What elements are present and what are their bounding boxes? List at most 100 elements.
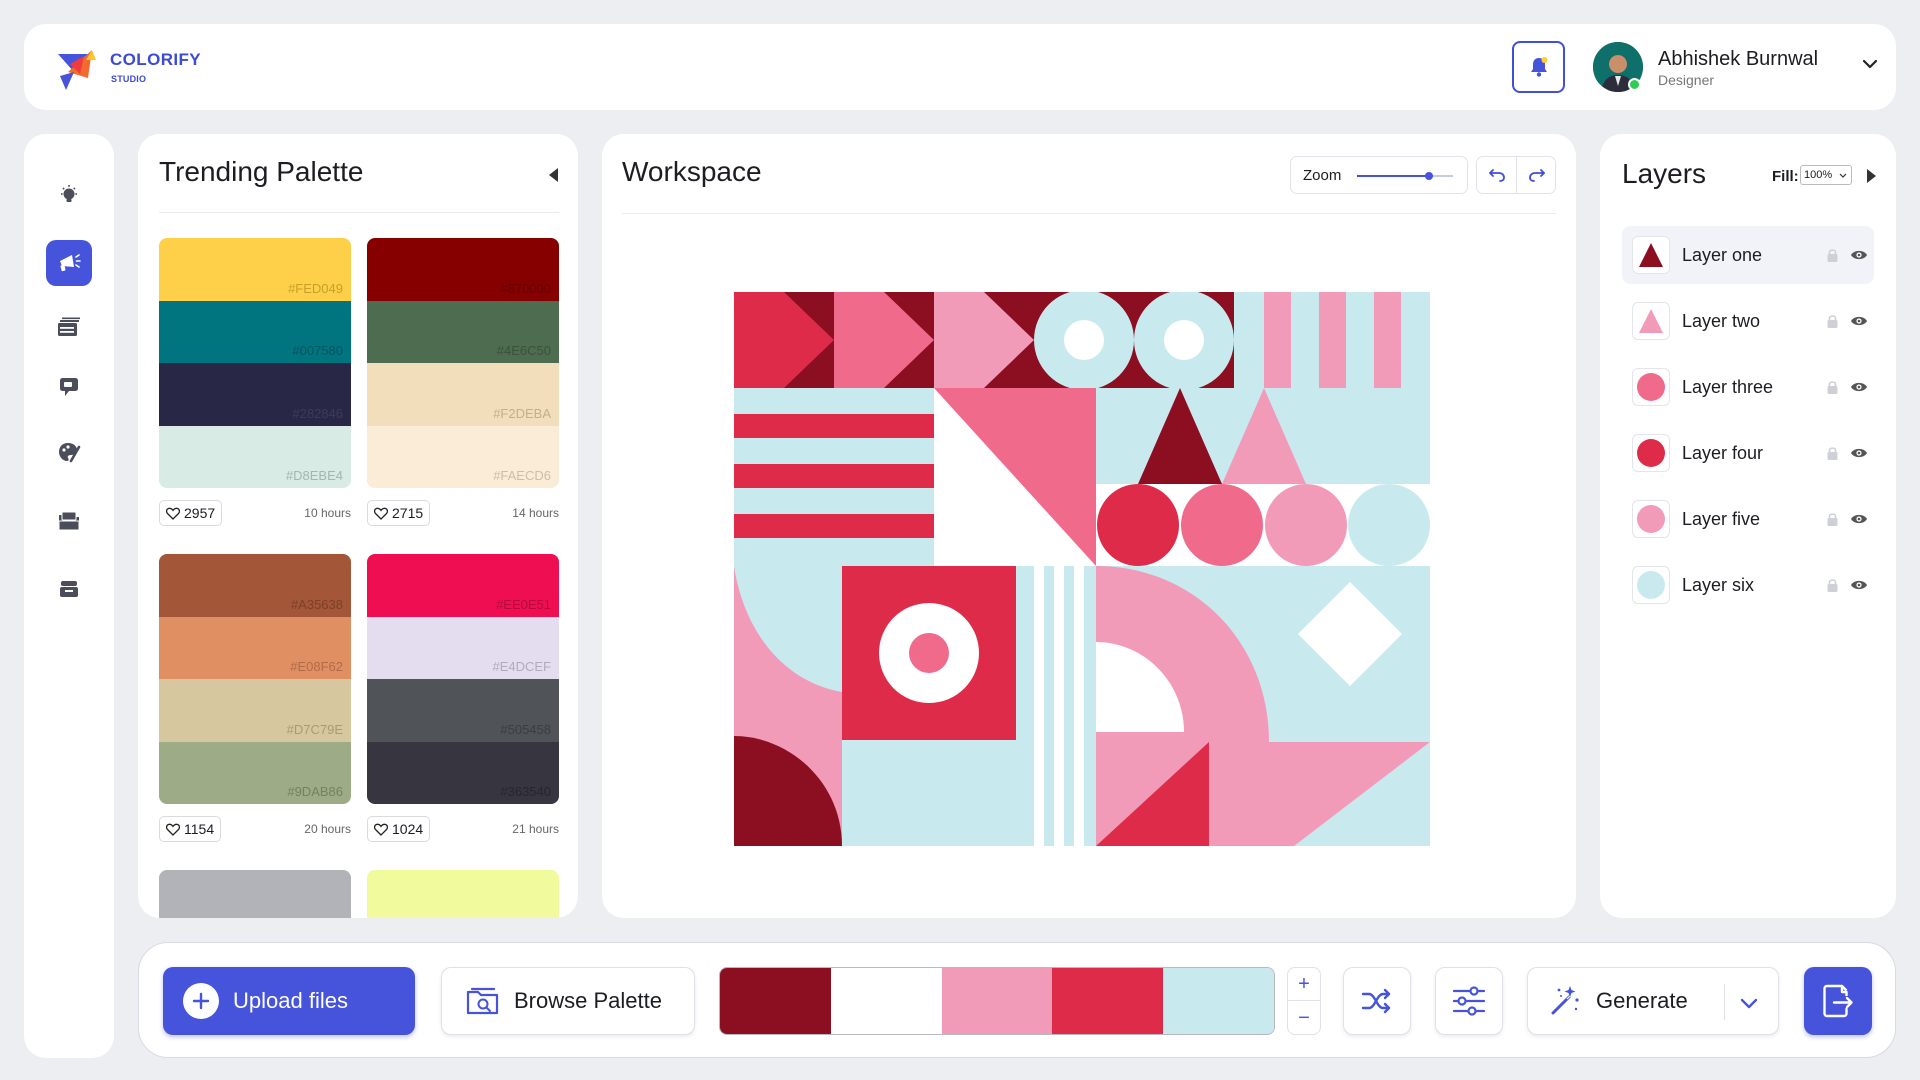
sliders-icon — [1452, 986, 1486, 1016]
palette-color-swatch[interactable] — [1163, 968, 1274, 1034]
lock-icon[interactable] — [1826, 248, 1839, 263]
layer-row[interactable]: Layer four — [1622, 424, 1874, 482]
zoom-control[interactable]: Zoom — [1290, 156, 1468, 194]
remove-color-button[interactable]: − — [1288, 1002, 1320, 1035]
notifications-button[interactable] — [1512, 41, 1565, 93]
chevron-down-icon[interactable] — [1738, 992, 1760, 1014]
layer-row[interactable]: Layer three — [1622, 358, 1874, 416]
swatch[interactable]: #E4DCEF — [367, 616, 559, 679]
time-ago: 14 hours — [512, 506, 559, 520]
swatch[interactable]: #9DAB86 — [159, 741, 351, 804]
lock-icon[interactable] — [1826, 380, 1839, 395]
layer-row[interactable]: Layer two — [1622, 292, 1874, 350]
expand-right-icon[interactable] — [1865, 167, 1877, 185]
layer-thumbnail — [1632, 368, 1670, 406]
swatch-hex: #007580 — [292, 343, 343, 358]
swatch-hex: #4E6C50 — [496, 343, 551, 358]
generate-button[interactable]: Generate — [1527, 967, 1779, 1035]
sidebar-item-archive[interactable] — [46, 566, 92, 612]
zoom-slider-fill — [1357, 175, 1429, 177]
likes-button[interactable]: 2957 — [159, 500, 223, 526]
swatch[interactable]: #F2DEBA — [367, 363, 559, 426]
fill-select[interactable]: 100% — [1800, 165, 1852, 185]
likes-button[interactable]: 1154 — [159, 816, 222, 842]
palette-card[interactable]: #FED049 #007580 #282846 #D8EBE4 2957 10 … — [159, 238, 351, 528]
likes-button[interactable]: 1024 — [367, 816, 431, 842]
palette-card[interactable] — [159, 870, 351, 918]
artwork-canvas[interactable] — [734, 292, 1430, 846]
zoom-slider-thumb[interactable] — [1425, 172, 1433, 180]
palette-color-swatch[interactable] — [720, 968, 831, 1034]
palette-card[interactable]: #EE0E51 #E4DCEF #505458 #363540 1024 21 … — [367, 554, 559, 844]
swatch[interactable]: #FAECD6 — [367, 425, 559, 488]
likes-count: 2957 — [184, 505, 216, 521]
sidebar-item-campaigns[interactable] — [46, 240, 92, 286]
chevron-down-icon[interactable] — [1860, 54, 1880, 74]
collapse-left-icon[interactable] — [546, 166, 560, 184]
eye-icon[interactable] — [1850, 249, 1868, 261]
layer-row[interactable]: Layer five — [1622, 490, 1874, 548]
eye-icon[interactable] — [1850, 513, 1868, 525]
sidebar-item-ideas[interactable] — [46, 172, 92, 218]
swatch[interactable]: #D8EBE4 — [159, 425, 351, 488]
user-name: Abhishek Burnwal — [1658, 48, 1819, 70]
layer-row[interactable]: Layer six — [1622, 556, 1874, 614]
undo-button[interactable] — [1477, 157, 1517, 193]
sidebar-item-palettes[interactable] — [46, 430, 92, 476]
swatch[interactable]: #EE0E51 — [367, 554, 559, 617]
palette-card[interactable]: #A35638 #E08F62 #D7C79E #9DAB86 1154 20 … — [159, 554, 351, 844]
adjustments-button[interactable] — [1435, 967, 1503, 1035]
lock-icon[interactable] — [1826, 314, 1839, 329]
sidebar-item-messages[interactable] — [46, 364, 92, 410]
stack-icon — [58, 317, 80, 336]
lock-icon[interactable] — [1826, 512, 1839, 527]
circle-shape-icon — [1637, 505, 1665, 533]
swatch[interactable]: #E08F62 — [159, 616, 351, 679]
swatch-hex: #EE0E51 — [496, 596, 551, 612]
layer-row[interactable]: Layer one — [1622, 226, 1874, 284]
layer-name: Layer three — [1682, 377, 1774, 397]
swatch[interactable]: #A35638 — [159, 554, 351, 617]
palette-color-swatch[interactable] — [941, 968, 1053, 1034]
swatch[interactable]: #4E6C50 — [367, 300, 559, 363]
sidebar-item-collections[interactable] — [46, 304, 92, 350]
eye-icon[interactable] — [1850, 447, 1868, 459]
layer-thumbnail — [1632, 302, 1670, 340]
swatch[interactable]: #282846 — [159, 363, 351, 426]
palette-color-swatch[interactable] — [1052, 968, 1164, 1034]
sidebar-item-files[interactable] — [46, 498, 92, 544]
undo-icon — [1488, 169, 1505, 182]
lock-icon[interactable] — [1826, 578, 1839, 593]
swatch[interactable]: #D7C79E — [159, 679, 351, 742]
palette-swatches: #FED049 #007580 #282846 #D8EBE4 — [159, 238, 351, 488]
active-palette-strip[interactable] — [719, 967, 1275, 1035]
palette-color-swatch[interactable] — [830, 968, 942, 1034]
lock-icon[interactable] — [1826, 446, 1839, 461]
shuffle-button[interactable] — [1343, 967, 1411, 1035]
colorify-logo[interactable] — [56, 46, 102, 92]
eye-icon[interactable] — [1850, 579, 1868, 591]
add-color-button[interactable]: + — [1288, 968, 1320, 1001]
swatch[interactable] — [159, 870, 351, 918]
eye-icon[interactable] — [1850, 381, 1868, 393]
swatch-hex: #E4DCEF — [492, 659, 551, 674]
palette-card[interactable] — [367, 870, 559, 918]
swatch-hex: #363540 — [500, 784, 551, 799]
eye-icon[interactable] — [1850, 315, 1868, 327]
browse-palette-label: Browse Palette — [514, 988, 662, 1013]
browse-palette-button[interactable]: Browse Palette — [441, 967, 695, 1035]
swatch[interactable]: #007580 — [159, 300, 351, 363]
redo-button[interactable] — [1517, 157, 1557, 193]
palette-card[interactable]: #870000 #4E6C50 #F2DEBA #FAECD6 2715 14 … — [367, 238, 559, 528]
upload-files-button[interactable]: Upload files — [163, 967, 415, 1035]
swatch[interactable]: #505458 — [367, 679, 559, 742]
export-button[interactable] — [1804, 967, 1872, 1035]
swatch[interactable]: #363540 — [367, 741, 559, 804]
heart-icon — [166, 823, 180, 836]
swatch[interactable]: #FED049 — [159, 238, 351, 301]
swatch[interactable] — [367, 870, 559, 918]
online-status-dot — [1628, 78, 1641, 91]
swatch[interactable]: #870000 — [367, 238, 559, 301]
workspace-panel: Workspace Zoom — [602, 134, 1576, 918]
likes-button[interactable]: 2715 — [367, 500, 431, 526]
